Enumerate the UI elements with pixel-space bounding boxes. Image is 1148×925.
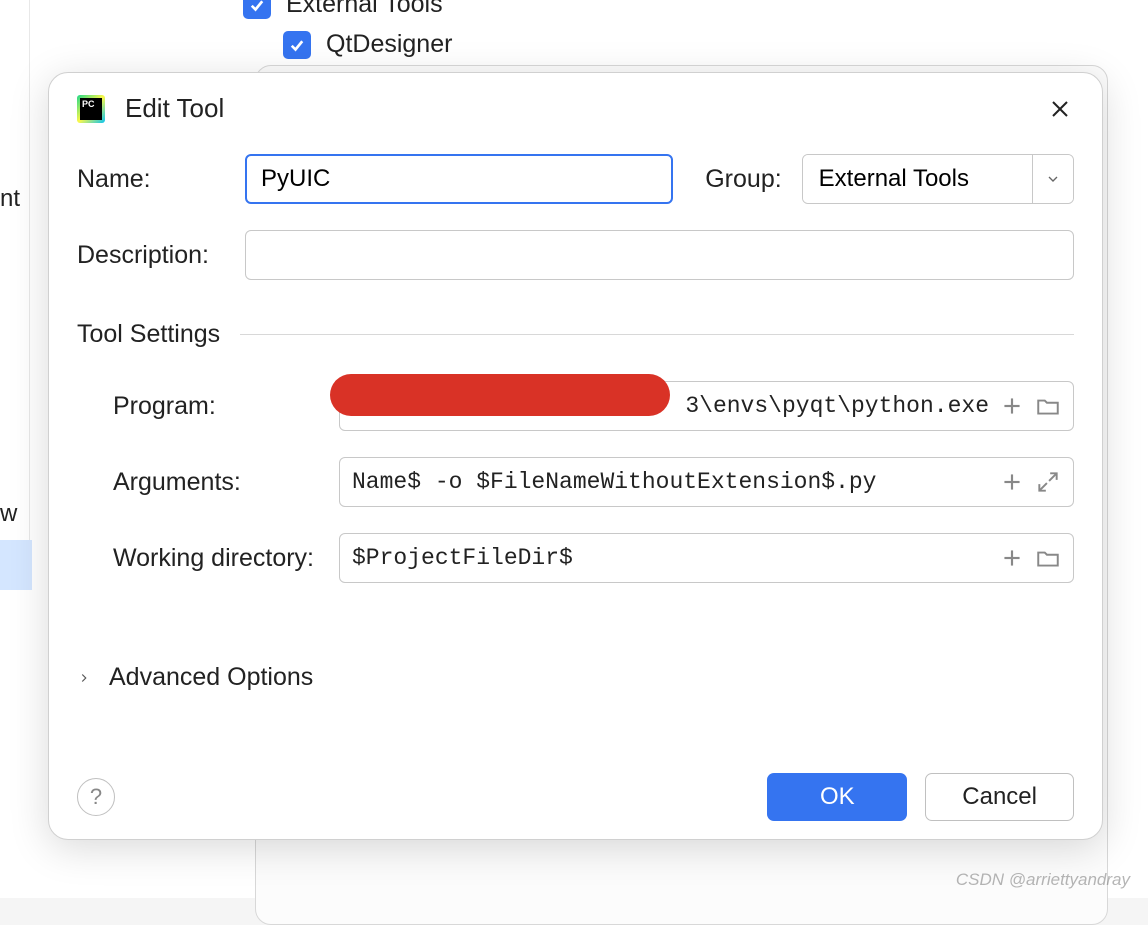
dialog-footer: ? OK Cancel xyxy=(77,773,1074,821)
advanced-options-toggle[interactable]: Advanced Options xyxy=(77,663,1074,692)
program-input-wrap xyxy=(339,381,1074,431)
name-input[interactable] xyxy=(245,154,673,204)
folder-icon[interactable] xyxy=(1035,393,1061,419)
checkbox-icon[interactable] xyxy=(243,0,271,19)
sidebar-partial-text: w xyxy=(0,500,17,528)
dialog-title: Edit Tool xyxy=(125,93,1026,124)
close-icon[interactable] xyxy=(1046,95,1074,123)
sidebar-partial-text: nt xyxy=(0,185,20,213)
group-select[interactable]: External Tools xyxy=(802,154,1074,204)
advanced-options-label: Advanced Options xyxy=(109,663,313,692)
plus-icon[interactable] xyxy=(999,545,1025,571)
group-label: Group: xyxy=(705,165,781,194)
help-button[interactable]: ? xyxy=(77,778,115,816)
description-label: Description: xyxy=(77,241,233,270)
name-label: Name: xyxy=(77,165,233,194)
redaction-bar xyxy=(330,374,670,416)
bg-parent-checkbox-row: External Tools xyxy=(243,0,443,19)
group-select-value: External Tools xyxy=(803,155,1032,203)
dialog-body: Name: Group: External Tools Description:… xyxy=(49,144,1102,692)
tool-settings-title: Tool Settings xyxy=(77,320,220,349)
watermark: CSDN @arriettyandray xyxy=(956,870,1130,890)
program-label: Program: xyxy=(77,392,327,421)
bg-parent-label: External Tools xyxy=(286,0,443,19)
name-row: Name: Group: External Tools xyxy=(77,154,1074,204)
expand-icon[interactable] xyxy=(1035,469,1061,495)
arguments-input[interactable] xyxy=(352,469,989,495)
program-row: Program: xyxy=(77,381,1074,431)
sidebar-highlight xyxy=(0,540,32,590)
chevron-right-icon xyxy=(77,671,91,685)
tool-settings-header: Tool Settings xyxy=(77,320,1074,349)
cancel-button[interactable]: Cancel xyxy=(925,773,1074,821)
chevron-down-icon[interactable] xyxy=(1032,155,1073,203)
bg-child-label: QtDesigner xyxy=(326,30,452,59)
pycharm-icon: PC xyxy=(77,95,105,123)
working-dir-label: Working directory: xyxy=(77,544,327,573)
arguments-row: Arguments: xyxy=(77,457,1074,507)
edit-tool-dialog: PC Edit Tool Name: Group: External Tools… xyxy=(48,72,1103,840)
working-dir-input-wrap xyxy=(339,533,1074,583)
ok-button[interactable]: OK xyxy=(767,773,907,821)
folder-icon[interactable] xyxy=(1035,545,1061,571)
plus-icon[interactable] xyxy=(999,469,1025,495)
working-dir-row: Working directory: xyxy=(77,533,1074,583)
background-sidebar: nt w xyxy=(0,0,30,590)
description-input[interactable] xyxy=(245,230,1074,280)
working-dir-input[interactable] xyxy=(352,545,989,571)
dialog-header: PC Edit Tool xyxy=(49,73,1102,144)
plus-icon[interactable] xyxy=(999,393,1025,419)
description-row: Description: xyxy=(77,230,1074,280)
arguments-label: Arguments: xyxy=(77,468,327,497)
bg-child-checkbox-row: QtDesigner xyxy=(283,30,452,59)
divider xyxy=(240,334,1074,335)
checkbox-icon[interactable] xyxy=(283,31,311,59)
arguments-input-wrap xyxy=(339,457,1074,507)
